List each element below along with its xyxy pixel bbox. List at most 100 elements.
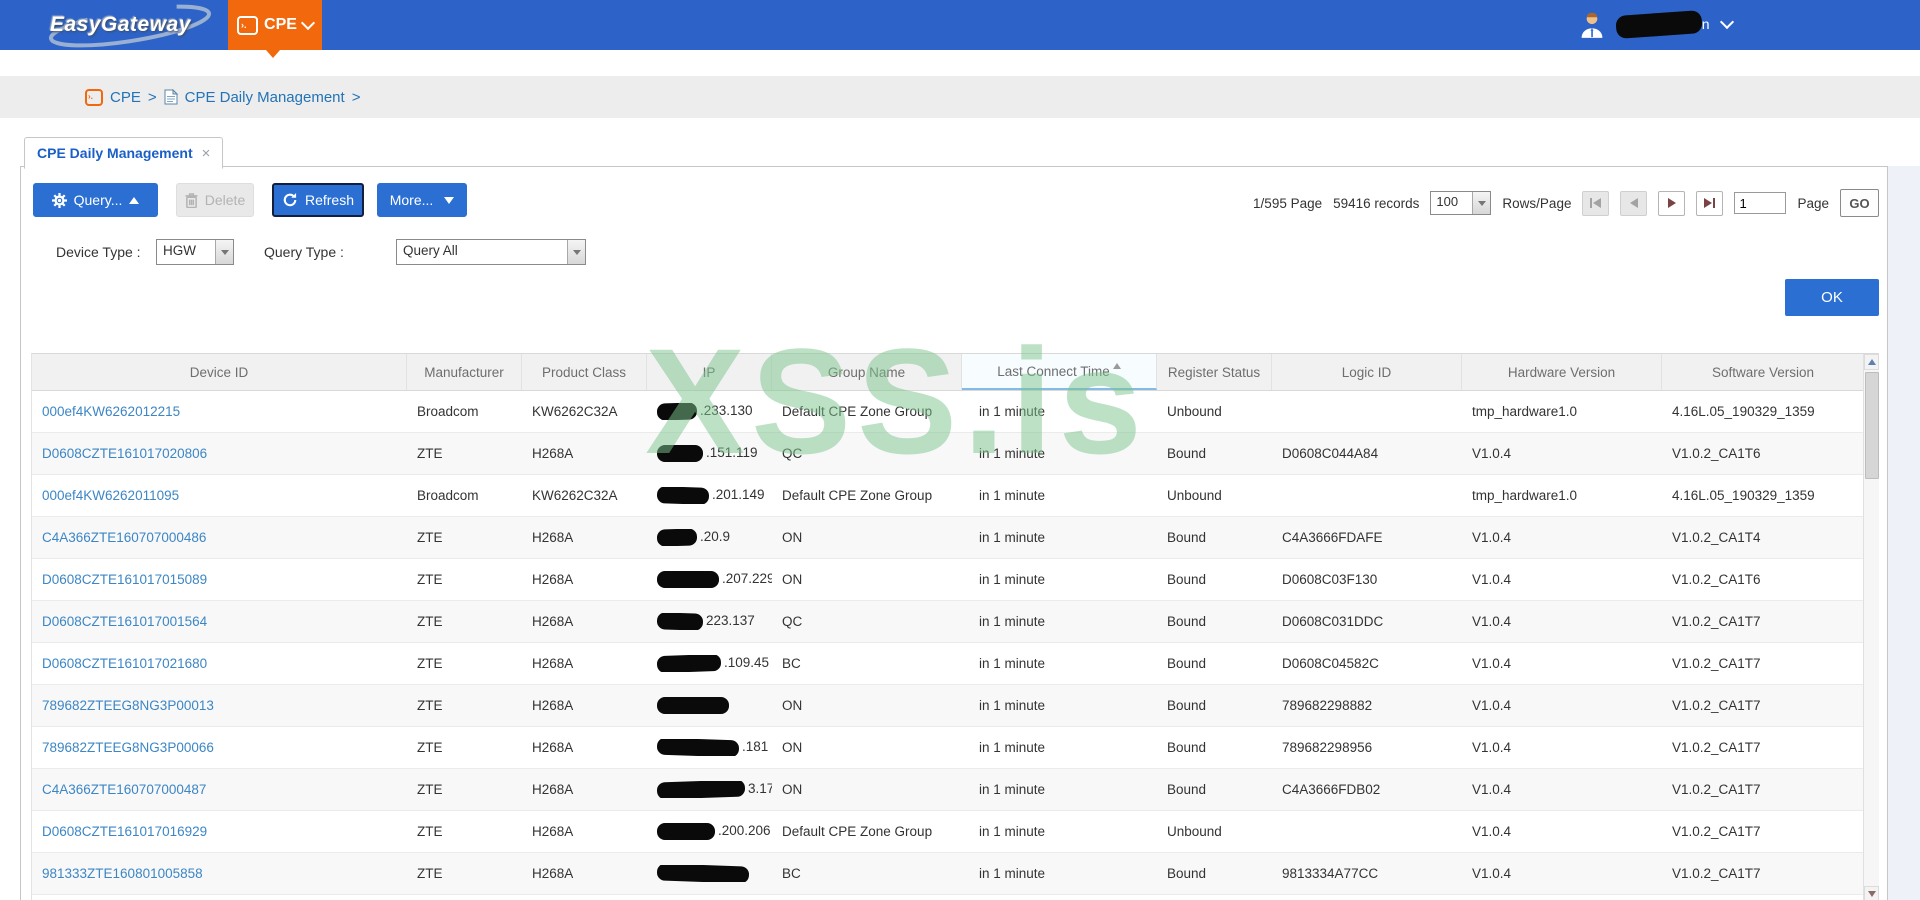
cell-device-id: D0608CZTE161017020806 xyxy=(32,446,407,461)
logo-text: EasyGateway xyxy=(50,13,191,36)
column-header-register-status[interactable]: Register Status xyxy=(1157,354,1272,390)
cell-logic-id: D0608C04582C xyxy=(1282,656,1379,671)
breadcrumb-separator: > xyxy=(147,88,157,106)
cell-software-version: V1.0.2_CA1T6 xyxy=(1672,446,1761,461)
next-page-button[interactable] xyxy=(1658,190,1686,216)
pagination-bar: 1/595 Page 59416 records 100 Rows/Page P… xyxy=(1253,189,1879,217)
cell-device-id: C4A366ZTE160707000490 xyxy=(32,895,407,900)
column-header-device-id[interactable]: Device ID xyxy=(32,354,407,390)
tab-cpe-daily-management[interactable]: CPE Daily Management × xyxy=(24,137,224,169)
delete-button[interactable]: Delete xyxy=(176,183,254,217)
cell-manufacturer: ZTE xyxy=(417,446,443,461)
cell-register-status: Bound xyxy=(1167,698,1207,713)
cell-hardware-version: V1.0.4 xyxy=(1472,530,1512,545)
column-header-label: Device ID xyxy=(189,364,249,380)
username-redaction-blob xyxy=(1615,9,1703,39)
device-id-link[interactable]: D0608CZTE161017015089 xyxy=(42,572,207,587)
cell-group-name: ON xyxy=(772,895,962,900)
cell-register-status: Bound xyxy=(1167,866,1207,881)
more-button[interactable]: More... xyxy=(377,183,467,217)
column-header-manufacturer[interactable]: Manufacturer xyxy=(407,354,522,390)
query-button[interactable]: Query... xyxy=(33,183,158,217)
tab-close-icon[interactable]: × xyxy=(202,145,211,162)
last-page-button[interactable] xyxy=(1696,190,1724,216)
column-header-hardware-version[interactable]: Hardware Version xyxy=(1462,354,1662,390)
column-header-ip[interactable]: IP xyxy=(647,354,772,390)
device-id-link[interactable]: D0608CZTE161017021680 xyxy=(42,656,207,671)
cell-last-connect-time: in 1 minute xyxy=(979,614,1046,629)
cell-group-name: ON xyxy=(782,740,803,755)
cell-ip: .20.9 xyxy=(647,529,772,546)
gear-icon xyxy=(51,192,67,208)
cell-manufacturer: ZTE xyxy=(417,572,443,587)
device-id-link[interactable]: C4A366ZTE160707000487 xyxy=(42,782,206,797)
previous-page-button[interactable] xyxy=(1620,190,1648,216)
table-header-row: Device ID Manufacturer Product Class IP Grou… xyxy=(32,354,1864,391)
column-header-logic-id[interactable]: Logic ID xyxy=(1272,354,1462,390)
table-row: 981333ZTE160801005858 ZTE H268A BC in 1 minu… xyxy=(32,853,1864,895)
cell-ip: 223.137 xyxy=(647,613,772,630)
table-scrollbar[interactable] xyxy=(1863,354,1879,900)
scroll-down-button[interactable] xyxy=(1864,886,1879,900)
device-id-link[interactable]: 789682ZTEEG8NG3P00066 xyxy=(42,740,214,755)
cell-hardware-version: V1.0.4 xyxy=(1472,614,1512,629)
rows-per-page-select[interactable]: 100 xyxy=(1430,191,1492,215)
breadcrumb: ›. CPE > CPE Daily Management > xyxy=(0,76,1920,118)
easygateway-logo[interactable]: EasyGateway xyxy=(48,3,220,48)
device-type-select[interactable]: HGW xyxy=(156,239,234,265)
table-row: C4A366ZTE160707000490ZTEH268A203.144.179… xyxy=(32,895,1864,900)
breadcrumb-item-cpe[interactable]: CPE xyxy=(110,89,141,106)
scrollbar-thumb[interactable] xyxy=(1865,372,1879,479)
dropdown-down-icon xyxy=(444,196,455,204)
first-page-button[interactable] xyxy=(1582,190,1610,216)
cell-logic-id: D0608C044A84 xyxy=(1282,446,1379,461)
ip-visible-text: 3.170 xyxy=(748,781,772,797)
cell-product-class: H268A xyxy=(532,446,574,461)
ip-redaction-blob xyxy=(656,865,750,882)
column-header-label: Group Name xyxy=(827,364,906,380)
breadcrumb-item-cpe-daily-management[interactable]: CPE Daily Management xyxy=(185,89,345,106)
table-row: 789682ZTEEG8NG3P00066 ZTE H268A .181 ON in 1 … xyxy=(32,727,1864,769)
table-row: C4A366ZTE160707000487 ZTE H268A 3.170 ON in 1… xyxy=(32,769,1864,811)
top-navbar: EasyGateway ›. CPE on xyxy=(0,0,1920,58)
device-id-link[interactable]: 000ef4KW6262011095 xyxy=(42,488,179,503)
device-id-link[interactable]: D0608CZTE161017001564 xyxy=(42,614,207,629)
device-id-link[interactable]: D0608CZTE161017020806 xyxy=(42,446,207,461)
cell-software-version: 4.16L.05_190329_1359 xyxy=(1672,404,1815,419)
device-id-link[interactable]: 789682ZTEEG8NG3P00013 xyxy=(42,698,214,713)
cell-logic-id: D0608C031DDC xyxy=(1282,614,1384,629)
column-header-last-connect-time[interactable]: Last Connect Time xyxy=(962,354,1157,390)
column-header-group-name[interactable]: Group Name xyxy=(772,354,962,390)
cell-register-status: Bound xyxy=(1167,656,1207,671)
ip-redaction-blob xyxy=(656,655,722,672)
user-menu[interactable]: on xyxy=(1578,9,1734,39)
ip-redaction-blob xyxy=(656,529,698,546)
device-id-link[interactable]: D0608CZTE161017016929 xyxy=(42,824,207,839)
go-button[interactable]: GO xyxy=(1840,189,1879,217)
cell-product-class: KW6262C32A xyxy=(532,488,618,503)
device-id-link[interactable]: C4A366ZTE160707000486 xyxy=(42,530,206,545)
cell-product-class: H268A xyxy=(522,895,647,900)
page-right-gutter xyxy=(1888,166,1920,900)
column-header-product-class[interactable]: Product Class xyxy=(522,354,647,390)
cell-product-class: H268A xyxy=(532,572,574,587)
ip-redaction-blob xyxy=(656,487,710,504)
cell-logic-id: C4A3666FDAFE xyxy=(1282,530,1383,545)
cell-software-version: V1.0.2_CA1T7 xyxy=(1672,614,1761,629)
cell-hardware-version: V1.0.4 xyxy=(1472,446,1512,461)
ip-redaction-blob xyxy=(656,613,704,630)
column-header-software-version[interactable]: Software Version xyxy=(1662,354,1864,390)
device-id-link[interactable]: 000ef4KW6262012215 xyxy=(42,404,180,419)
ok-button[interactable]: OK xyxy=(1785,279,1879,316)
refresh-button[interactable]: Refresh xyxy=(272,183,364,217)
cell-hardware-version: V1.0.4 xyxy=(1472,698,1512,713)
cell-last-connect-time: in 1 minute xyxy=(962,895,1157,900)
previous-page-icon xyxy=(1629,198,1638,208)
query-type-select[interactable]: Query All xyxy=(396,239,586,265)
device-id-link[interactable]: 981333ZTE160801005858 xyxy=(42,866,203,881)
scroll-up-button[interactable] xyxy=(1864,354,1879,370)
refresh-button-label: Refresh xyxy=(304,192,355,208)
page-number-input[interactable] xyxy=(1734,192,1787,214)
cell-group-name: Default CPE Zone Group xyxy=(782,488,933,503)
nav-menu-cpe[interactable]: ›. CPE xyxy=(228,0,322,50)
